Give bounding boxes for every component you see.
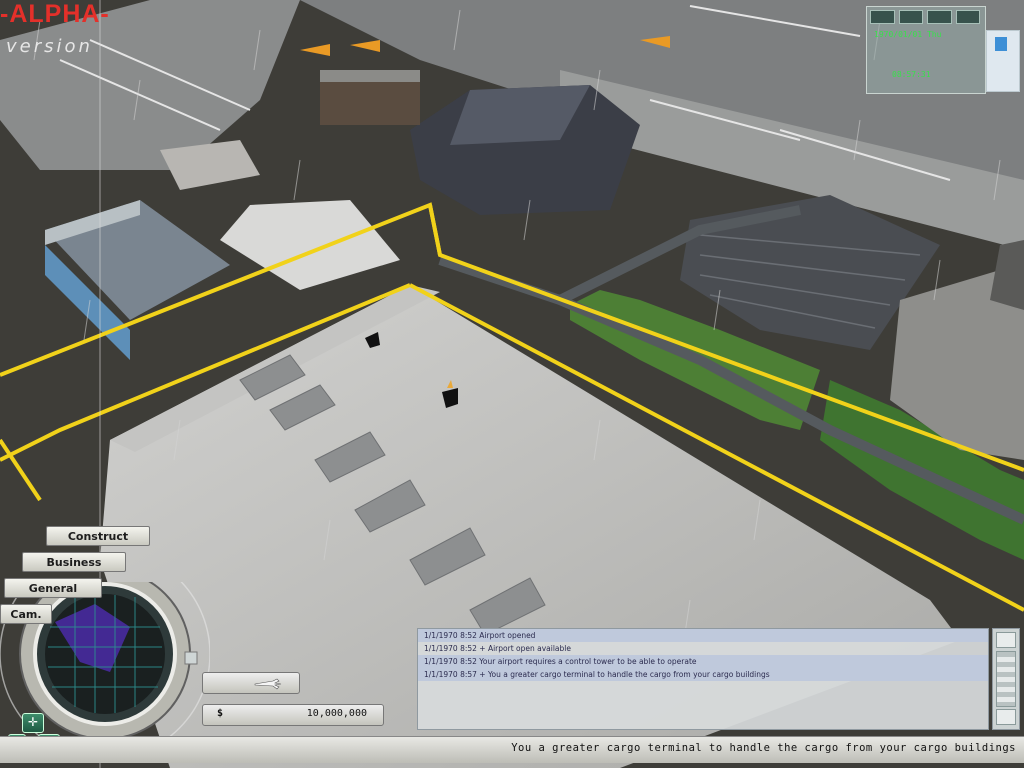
play-button[interactable] — [898, 10, 923, 24]
money-display: $ 10,000,000 — [202, 704, 384, 726]
status-message: You a greater cargo terminal to handle t… — [511, 742, 1016, 754]
log-scrollbar[interactable] — [992, 628, 1020, 730]
version-label: version — [6, 36, 93, 57]
money-value: 10,000,000 — [306, 708, 367, 719]
alpha-label: -ALPHA- — [0, 0, 110, 28]
speed-controls — [868, 8, 982, 26]
log-entry: 1/1/1970 8:52 Airport opened — [418, 629, 988, 642]
scroll-down-button[interactable] — [996, 709, 1016, 725]
cam-button[interactable]: Cam. — [0, 604, 52, 624]
message-log[interactable]: 1/1/1970 8:52 Airport opened 1/1/1970 8:… — [417, 628, 989, 730]
game-date: 1970/01/01 Thu — [874, 30, 942, 39]
selected-aircraft-box[interactable] — [202, 672, 300, 694]
pause-button[interactable] — [870, 10, 895, 24]
move-button[interactable]: ✛ — [22, 713, 44, 733]
weather-icon[interactable] — [986, 30, 1020, 92]
log-entry: 1/1/1970 8:52 Your airport requires a co… — [418, 655, 988, 668]
log-entry: 1/1/1970 8:52 + Airport open available — [424, 644, 571, 653]
airplane-icon — [254, 678, 282, 690]
scroll-track[interactable] — [996, 651, 1016, 707]
scroll-up-button[interactable] — [996, 632, 1016, 648]
status-bar: You a greater cargo terminal to handle t… — [0, 736, 1024, 763]
business-button[interactable]: Business — [22, 552, 126, 572]
fast-forward-button[interactable] — [927, 10, 952, 24]
cross-arrows-icon: ✛ — [27, 715, 39, 729]
log-entry: 1/1/1970 8:57 + You a greater cargo term… — [418, 668, 988, 681]
currency-symbol: $ — [217, 708, 224, 719]
fastest-button[interactable] — [955, 10, 980, 24]
game-time: 08:57:31 — [892, 70, 931, 79]
general-button[interactable]: General — [4, 578, 102, 598]
construct-button[interactable]: Construct — [46, 526, 150, 546]
